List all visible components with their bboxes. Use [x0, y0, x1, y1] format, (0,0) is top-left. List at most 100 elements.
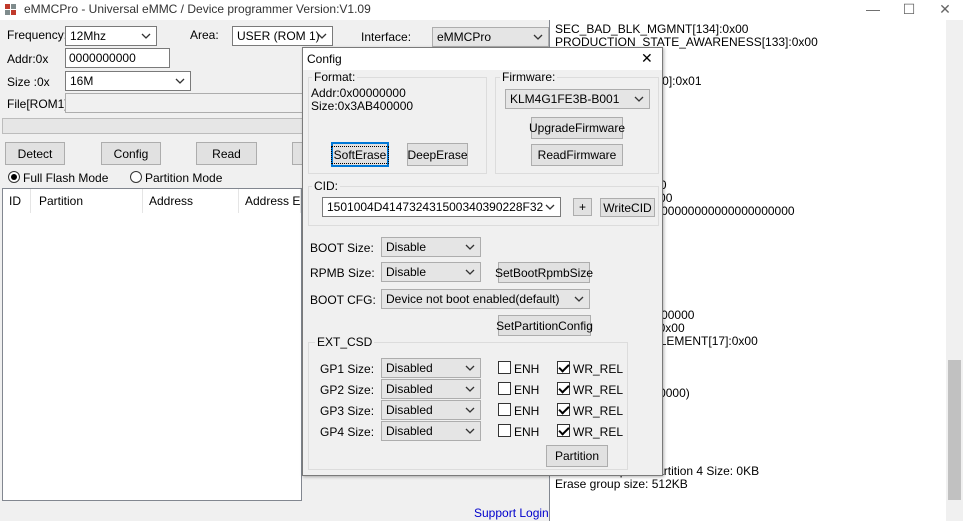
read-button[interactable]: Read	[196, 142, 257, 165]
partition-mode-radio[interactable]	[130, 171, 142, 183]
gp4-size-label: GP4 Size:	[320, 425, 375, 439]
partition-mode-label: Partition Mode	[145, 171, 223, 185]
close-button[interactable]: ✕	[927, 0, 963, 20]
cid-select[interactable]: 1501004D414732431500340390228F32	[322, 197, 561, 217]
set-boot-rpmb-size-button[interactable]: SetBootRpmbSize	[495, 262, 593, 283]
firmware-value: KLM4G1FE3B-B001	[510, 92, 620, 106]
gp2-size-label: GP2 Size:	[320, 383, 375, 397]
chevron-down-icon	[317, 33, 327, 39]
cid-value: 1501004D414732431500340390228F32	[327, 200, 544, 214]
boot-cfg-value: Device not boot enabled(default)	[386, 292, 560, 306]
minimize-button[interactable]: —	[855, 0, 891, 20]
size-select[interactable]: 16M	[65, 71, 191, 91]
full-flash-mode-radio[interactable]	[8, 171, 20, 183]
gp2-size-value: Disabled	[386, 382, 433, 396]
chevron-down-icon	[574, 296, 584, 302]
gp3-enh-checkbox[interactable]	[498, 403, 511, 416]
gp4-wr-rel-label: WR_REL	[573, 425, 624, 439]
boot-size-label: BOOT Size:	[310, 241, 374, 255]
maximize-button[interactable]: ☐	[891, 0, 927, 20]
support-login-link[interactable]: Support Login	[474, 506, 549, 520]
gp4-enh-label: ENH	[514, 425, 540, 439]
dialog-title: Config	[307, 52, 342, 66]
gp4-size-value: Disabled	[386, 424, 433, 438]
gp1-enh-checkbox[interactable]	[498, 361, 511, 374]
scrollbar-thumb[interactable]	[948, 360, 961, 500]
interface-select[interactable]: eMMCPro	[432, 27, 549, 47]
gp4-wr-rel-checkbox[interactable]	[557, 424, 570, 437]
gp1-size-value: Disabled	[386, 361, 433, 375]
gp2-enh-label: ENH	[514, 383, 540, 397]
deep-erase-button[interactable]: DeepErase	[407, 143, 468, 166]
soft-erase-button[interactable]: SoftErase	[330, 142, 390, 167]
file-input[interactable]	[65, 93, 305, 113]
boot-cfg-select[interactable]: Device not boot enabled(default)	[381, 289, 590, 309]
gp3-wr-rel-checkbox[interactable]	[557, 403, 570, 416]
ext-csd-label: EXT_CSD	[315, 335, 375, 349]
rpmb-size-value: Disable	[386, 265, 427, 279]
partition-table[interactable]: ID Partition Address Address End	[2, 188, 302, 501]
frequency-value: 12Mhz	[70, 29, 107, 43]
cid-label: CID:	[312, 179, 340, 193]
chevron-down-icon	[465, 269, 475, 275]
area-label: Area:	[190, 28, 219, 42]
boot-size-select[interactable]: Disable	[381, 237, 481, 257]
gp1-size-select[interactable]: Disabled	[381, 358, 481, 378]
write-cid-button[interactable]: WriteCID	[600, 198, 655, 217]
gp2-size-select[interactable]: Disabled	[381, 379, 481, 399]
chevron-down-icon	[465, 244, 475, 250]
gp3-size-select[interactable]: Disabled	[381, 400, 481, 420]
chevron-down-icon	[465, 407, 475, 413]
partition-button[interactable]: Partition	[546, 445, 608, 467]
config-button[interactable]: Config	[101, 142, 161, 165]
column-header-partition[interactable]: Partition	[33, 189, 143, 213]
progress-bar	[2, 118, 304, 134]
full-flash-mode-label: Full Flash Mode	[23, 171, 109, 185]
gp4-size-select[interactable]: Disabled	[381, 421, 481, 441]
set-partition-config-button[interactable]: SetPartitionConfig	[496, 315, 593, 336]
gp2-wr-rel-label: WR_REL	[573, 383, 624, 397]
gp4-enh-checkbox[interactable]	[498, 424, 511, 437]
window-title: eMMCPro - Universal eMMC / Device progra…	[24, 2, 371, 16]
format-size: Size:0x3AB400000	[311, 99, 414, 113]
area-value: USER (ROM 1)	[237, 29, 320, 43]
interface-label: Interface:	[361, 30, 412, 44]
title-bar: eMMCPro - Universal eMMC / Device progra…	[0, 0, 963, 20]
gp2-wr-rel-checkbox[interactable]	[557, 382, 570, 395]
gp1-size-label: GP1 Size:	[320, 362, 375, 376]
dialog-title-bar: Config ✕	[303, 48, 662, 70]
add-cid-button[interactable]: +	[573, 198, 592, 216]
gp3-wr-rel-label: WR_REL	[573, 404, 624, 418]
column-header-id[interactable]: ID	[3, 189, 31, 213]
gp1-wr-rel-label: WR_REL	[573, 362, 624, 376]
dialog-close-button[interactable]: ✕	[641, 50, 653, 67]
read-firmware-button[interactable]: ReadFirmware	[531, 144, 623, 166]
app-icon	[5, 4, 16, 15]
chevron-down-icon	[545, 204, 555, 210]
chevron-down-icon	[465, 428, 475, 434]
size-label: Size :0x	[7, 75, 50, 89]
addr-label: Addr:0x	[7, 52, 49, 66]
gp1-wr-rel-checkbox[interactable]	[557, 361, 570, 374]
config-dialog: Config ✕ Format: Addr:0x00000000 Size:0x…	[302, 47, 663, 476]
detect-button[interactable]: Detect	[5, 142, 65, 165]
column-header-address-end[interactable]: Address End	[239, 189, 301, 213]
rpmb-size-select[interactable]: Disable	[381, 262, 481, 282]
gp2-enh-checkbox[interactable]	[498, 382, 511, 395]
firmware-select[interactable]: KLM4G1FE3B-B001	[505, 89, 650, 109]
chevron-down-icon	[141, 33, 151, 39]
frequency-label: Frequency:	[7, 28, 68, 42]
gp3-size-value: Disabled	[386, 403, 433, 417]
upgrade-firmware-button[interactable]: UpgradeFirmware	[529, 117, 625, 139]
chevron-down-icon	[465, 386, 475, 392]
file-label: File[ROM1]	[7, 97, 68, 111]
vertical-scrollbar[interactable]	[946, 20, 963, 521]
chevron-down-icon	[465, 365, 475, 371]
column-header-address[interactable]: Address	[143, 189, 239, 213]
frequency-select[interactable]: 12Mhz	[65, 26, 157, 46]
soft-erase-label: SoftErase	[330, 145, 390, 164]
area-select[interactable]: USER (ROM 1)	[232, 26, 333, 46]
firmware-label: Firmware:	[500, 70, 558, 84]
rpmb-size-label: RPMB Size:	[310, 266, 375, 280]
addr-input[interactable]: 0000000000	[65, 48, 170, 68]
